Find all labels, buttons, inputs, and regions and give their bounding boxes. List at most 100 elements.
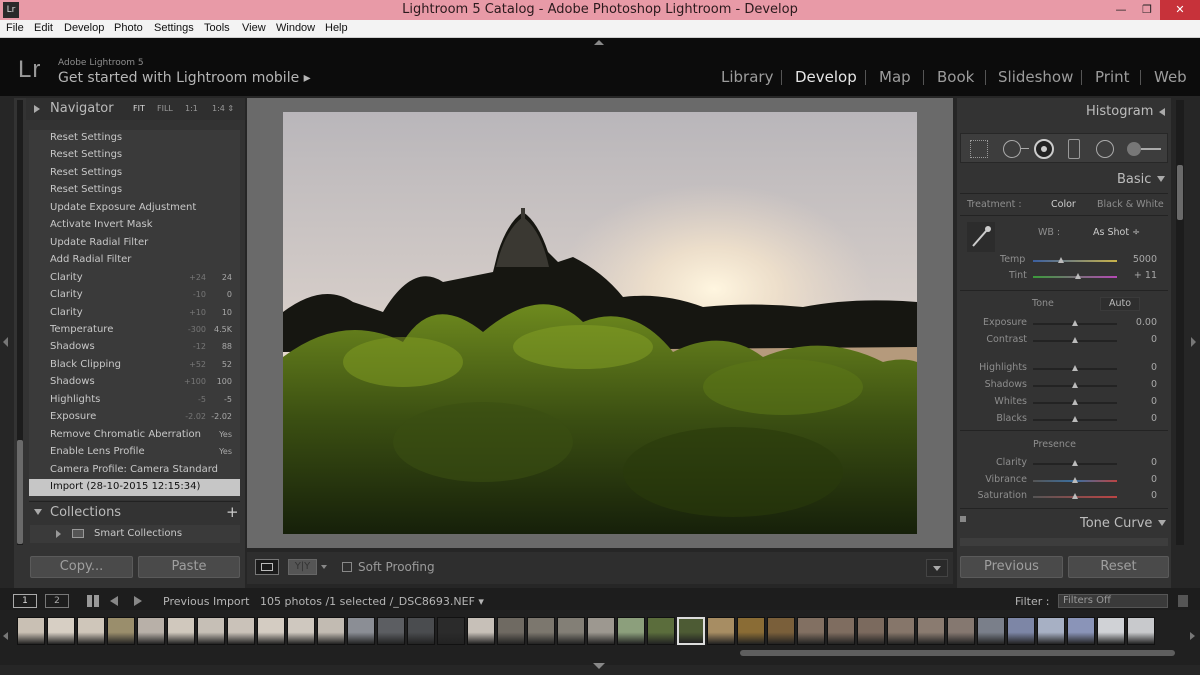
copy-button[interactable]: Copy...: [30, 556, 133, 578]
filter-dropdown[interactable]: Filters Off: [1058, 594, 1168, 608]
filmstrip-scrollbar[interactable]: [740, 650, 1175, 656]
filmstrip-thumbnail[interactable]: [827, 617, 855, 645]
filmstrip-thumbnail[interactable]: [1127, 617, 1155, 645]
history-step[interactable]: Exposure -2.02 -2.02: [29, 409, 240, 426]
grid-view-icon[interactable]: [87, 595, 99, 607]
history-step[interactable]: Highlights -5 -5: [29, 392, 240, 409]
filmstrip-thumbnail[interactable]: [797, 617, 825, 645]
tone-curve-collapse-icon[interactable]: [1158, 520, 1166, 526]
history-step[interactable]: Update Radial Filter: [29, 235, 240, 252]
add-collection-button[interactable]: +: [226, 503, 239, 521]
filmstrip-thumbnail[interactable]: [257, 617, 285, 645]
tone-curve-title[interactable]: Tone Curve: [1080, 516, 1152, 531]
filmstrip-thumbnail[interactable]: [1067, 617, 1095, 645]
spot-removal-icon[interactable]: [1003, 140, 1021, 158]
collapse-bottom-arrow-icon[interactable]: [593, 663, 605, 669]
graduated-filter-icon[interactable]: [1068, 139, 1080, 159]
menu-file[interactable]: File: [6, 22, 24, 34]
white-balance-selector[interactable]: [967, 222, 995, 252]
filmstrip-thumbnail[interactable]: [287, 617, 315, 645]
paste-button[interactable]: Paste: [138, 556, 240, 578]
wb-dropdown[interactable]: As Shot ÷: [1093, 227, 1140, 238]
photo-count-label[interactable]: 105 photos /1 selected /_DSC8693.NEF ▾: [260, 595, 484, 608]
temp-slider-track[interactable]: [1033, 260, 1117, 262]
filter-lock-icon[interactable]: [1178, 595, 1188, 607]
slider-thumb[interactable]: [1072, 477, 1078, 483]
filmstrip-thumbnail[interactable]: [467, 617, 495, 645]
soft-proofing-checkbox[interactable]: [342, 562, 352, 572]
lightroom-mobile-link[interactable]: Get started with Lightroom mobile ▸: [58, 70, 311, 86]
filmstrip-thumbnail[interactable]: [857, 617, 885, 645]
right-scrollbar-thumb[interactable]: [1177, 165, 1183, 220]
filmstrip-thumbnail[interactable]: [707, 617, 735, 645]
histogram-collapse-icon[interactable]: [1159, 108, 1165, 116]
menu-window[interactable]: Window: [276, 22, 315, 34]
previous-button[interactable]: Previous: [960, 556, 1063, 578]
filmstrip-thumbnail[interactable]: [167, 617, 195, 645]
history-step[interactable]: Import (28-10-2015 12:15:34): [29, 479, 240, 496]
history-step[interactable]: Activate Invert Mask: [29, 217, 240, 234]
filmstrip-left-icon[interactable]: [3, 632, 8, 640]
menu-edit[interactable]: Edit: [34, 22, 53, 34]
filmstrip-thumbnail[interactable]: [677, 617, 705, 645]
filmstrip-thumbnail[interactable]: [1007, 617, 1035, 645]
menu-help[interactable]: Help: [325, 22, 348, 34]
radial-filter-icon[interactable]: [1096, 140, 1114, 158]
adjustment-brush-icon[interactable]: [1127, 142, 1141, 156]
slider-value[interactable]: 0: [1117, 396, 1157, 407]
filmstrip-thumbnail[interactable]: [227, 617, 255, 645]
minimize-button[interactable]: —: [1108, 0, 1134, 20]
filmstrip-thumbnail[interactable]: [767, 617, 795, 645]
history-step[interactable]: Black Clipping +52 52: [29, 357, 240, 374]
panel-switch-icon[interactable]: [960, 516, 966, 522]
navigator-expand-icon[interactable]: [34, 105, 40, 113]
history-step[interactable]: Shadows -12 88: [29, 339, 240, 356]
filmstrip-thumbnail[interactable]: [377, 617, 405, 645]
filmstrip-thumbnail[interactable]: [647, 617, 675, 645]
slider-thumb[interactable]: [1072, 399, 1078, 405]
treatment-bw-option[interactable]: Black & White: [1097, 199, 1164, 210]
slider-thumb[interactable]: [1072, 460, 1078, 466]
module-map[interactable]: Map: [879, 68, 911, 86]
filmstrip-thumbnail[interactable]: [737, 617, 765, 645]
filmstrip-thumbnail[interactable]: [917, 617, 945, 645]
history-step[interactable]: Shadows +100 100: [29, 374, 240, 391]
menu-tools[interactable]: Tools: [204, 22, 230, 34]
menu-develop[interactable]: Develop: [64, 22, 104, 34]
basic-collapse-icon[interactable]: [1157, 176, 1165, 182]
slider-value[interactable]: 0.00: [1117, 317, 1157, 328]
treatment-color-option[interactable]: Color: [1051, 199, 1076, 210]
filmstrip-thumbnail[interactable]: [887, 617, 915, 645]
history-step[interactable]: Remove Chromatic Aberration Yes: [29, 427, 240, 444]
zoom-1-4[interactable]: 1:4 ⇕: [212, 104, 234, 113]
zoom-1-1[interactable]: 1:1: [185, 104, 198, 113]
toolbar-menu-button[interactable]: [926, 559, 948, 577]
filmstrip-thumbnail[interactable]: [617, 617, 645, 645]
tint-value[interactable]: + 11: [1117, 270, 1157, 281]
maximize-button[interactable]: ❐: [1134, 0, 1160, 20]
collapse-right-arrow-icon[interactable]: [1191, 337, 1196, 347]
zoom-fill[interactable]: FILL: [157, 104, 173, 113]
filmstrip-thumbnail[interactable]: [317, 617, 345, 645]
history-step[interactable]: Reset Settings: [29, 130, 240, 147]
main-window-button[interactable]: 1: [13, 594, 37, 608]
slider-value[interactable]: 0: [1117, 457, 1157, 468]
temp-value[interactable]: 5000: [1117, 254, 1157, 265]
before-after-dropdown-icon[interactable]: [321, 565, 327, 569]
previous-import-label[interactable]: Previous Import: [163, 595, 250, 608]
menu-settings[interactable]: Settings: [154, 22, 194, 34]
slider-value[interactable]: 0: [1117, 334, 1157, 345]
filmstrip-thumbnail[interactable]: [47, 617, 75, 645]
slider-value[interactable]: 0: [1117, 413, 1157, 424]
slider-value[interactable]: 0: [1117, 362, 1157, 373]
filmstrip-thumbnail[interactable]: [437, 617, 465, 645]
menu-photo[interactable]: Photo: [114, 22, 143, 34]
slider-thumb[interactable]: [1072, 365, 1078, 371]
back-arrow-icon[interactable]: [110, 596, 118, 606]
filmstrip-thumbnail[interactable]: [557, 617, 585, 645]
crop-tool-icon[interactable]: [970, 140, 988, 158]
history-step[interactable]: Clarity +10 10: [29, 305, 240, 322]
history-step[interactable]: Reset Settings: [29, 182, 240, 199]
reset-button[interactable]: Reset: [1068, 556, 1169, 578]
collapse-top-arrow-icon[interactable]: [594, 40, 604, 45]
